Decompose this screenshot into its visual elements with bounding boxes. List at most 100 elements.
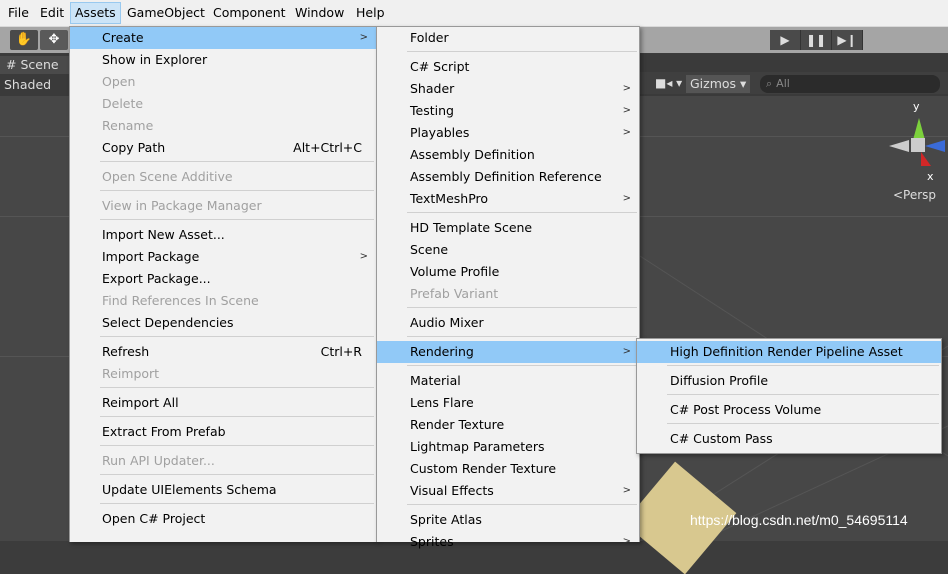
menu-item-reimport-all[interactable]: Reimport All: [70, 392, 376, 414]
menu-item-label: Scene: [410, 242, 449, 257]
menu-separator: [100, 445, 374, 446]
menu-separator: [100, 387, 374, 388]
search-placeholder: All: [776, 77, 790, 90]
menu-item-diffusion-profile[interactable]: Diffusion Profile: [637, 370, 941, 392]
menu-item-refresh[interactable]: Refresh Ctrl+R: [70, 341, 376, 363]
menu-item-extract-from-prefab[interactable]: Extract From Prefab: [70, 421, 376, 443]
menu-item-textmeshpro[interactable]: TextMeshPro >: [377, 188, 639, 210]
tab-scene[interactable]: # Scene: [0, 56, 74, 74]
menu-gameobject[interactable]: GameObject: [123, 3, 209, 23]
menu-item-testing[interactable]: Testing >: [377, 100, 639, 122]
menu-item-hd-template-scene[interactable]: HD Template Scene: [377, 217, 639, 239]
menu-bar: File Edit Assets GameObject Component Wi…: [0, 0, 948, 27]
menu-file[interactable]: File: [4, 3, 33, 23]
chevron-right-icon: >: [359, 251, 368, 262]
menu-separator: [407, 212, 637, 213]
pause-button[interactable]: ❚❚: [801, 30, 832, 50]
menu-item-label: C# Post Process Volume: [670, 402, 822, 417]
menu-item-select-dependencies[interactable]: Select Dependencies: [70, 312, 376, 334]
menu-separator: [667, 423, 939, 424]
menu-item-label: Material: [410, 373, 461, 388]
menu-item-rendering[interactable]: Rendering >: [377, 341, 639, 363]
menu-edit[interactable]: Edit: [36, 3, 68, 23]
menu-item-label: Visual Effects: [410, 483, 494, 498]
perspective-label[interactable]: <Persp: [893, 188, 936, 202]
menu-item-label: C# Script: [410, 59, 470, 74]
axis-y-label: y: [913, 100, 920, 113]
menu-item-copy-path[interactable]: Copy Path Alt+Ctrl+C: [70, 137, 376, 159]
menu-item-open: Open: [70, 71, 376, 93]
shading-mode-dropdown[interactable]: Shaded: [4, 76, 51, 94]
menu-item-label: Import Package: [102, 249, 200, 264]
menu-item-update-uielements-schema[interactable]: Update UIElements Schema: [70, 479, 376, 501]
menu-item-open-csharp-project[interactable]: Open C# Project: [70, 508, 376, 530]
shortcut-label: Alt+Ctrl+C: [293, 140, 362, 155]
menu-item-create[interactable]: Create >: [70, 27, 376, 49]
menu-item-label: C# Custom Pass: [670, 431, 773, 446]
menu-item-reimport: Reimport: [70, 363, 376, 385]
move-icon[interactable]: ✥: [40, 30, 68, 50]
menu-item-sprites[interactable]: Sprites >: [377, 531, 639, 553]
chevron-right-icon: >: [622, 485, 631, 496]
menu-item-material[interactable]: Material: [377, 370, 639, 392]
menu-item-label: Shader: [410, 81, 455, 96]
menu-separator: [407, 307, 637, 308]
menu-separator: [100, 503, 374, 504]
axis-x-label: x: [927, 170, 934, 183]
menu-item-label: Rendering: [410, 344, 474, 359]
chevron-right-icon: >: [622, 127, 631, 138]
gizmos-dropdown[interactable]: Gizmos ▾: [686, 75, 751, 93]
menu-item-label: Open: [102, 74, 136, 89]
menu-item-label: Custom Render Texture: [410, 461, 557, 476]
menu-item-label: Select Dependencies: [102, 315, 234, 330]
menu-item-import-package[interactable]: Import Package >: [70, 246, 376, 268]
hand-icon[interactable]: ✋: [10, 30, 38, 50]
menu-separator: [100, 474, 374, 475]
step-button[interactable]: ▶❙: [832, 30, 863, 50]
create-submenu: Folder C# Script Shader > Testing > Playab…: [376, 26, 640, 549]
menu-item-label: View in Package Manager: [102, 198, 262, 213]
menu-help[interactable]: Help: [352, 3, 389, 23]
scene-gizmo[interactable]: y x: [885, 100, 945, 183]
menu-separator: [407, 51, 637, 52]
menu-item-lens-flare[interactable]: Lens Flare: [377, 392, 639, 414]
menu-item-assembly-definition[interactable]: Assembly Definition: [377, 144, 639, 166]
menu-item-assembly-definition-reference[interactable]: Assembly Definition Reference: [377, 166, 639, 188]
menu-component[interactable]: Component: [209, 3, 290, 23]
camera-icon[interactable]: ■◂ ▾: [655, 76, 682, 90]
play-button[interactable]: ▶: [770, 30, 801, 50]
menu-item-show-in-explorer[interactable]: Show in Explorer: [70, 49, 376, 71]
scene-search-input[interactable]: ⌕ All: [760, 75, 940, 93]
menu-item-label: Lens Flare: [410, 395, 474, 410]
menu-item-lightmap-parameters[interactable]: Lightmap Parameters: [377, 436, 639, 458]
chevron-right-icon: >: [622, 105, 631, 116]
menu-item-custom-pass[interactable]: C# Custom Pass: [637, 428, 941, 450]
menu-item-shader[interactable]: Shader >: [377, 78, 639, 100]
menu-item-label: Import New Asset...: [102, 227, 225, 242]
menu-item-sprite-atlas[interactable]: Sprite Atlas: [377, 509, 639, 531]
menu-item-label: High Definition Render Pipeline Asset: [670, 344, 903, 359]
menu-item-import-new-asset[interactable]: Import New Asset...: [70, 224, 376, 246]
menu-window[interactable]: Window: [291, 3, 348, 23]
menu-item-export-package[interactable]: Export Package...: [70, 268, 376, 290]
menu-assets[interactable]: Assets: [70, 2, 121, 24]
chevron-right-icon: >: [622, 536, 631, 547]
menu-item-scene[interactable]: Scene: [377, 239, 639, 261]
menu-item-find-references: Find References In Scene: [70, 290, 376, 312]
menu-item-folder[interactable]: Folder: [377, 27, 639, 49]
menu-item-render-texture[interactable]: Render Texture: [377, 414, 639, 436]
menu-item-playables[interactable]: Playables >: [377, 122, 639, 144]
menu-item-custom-render-texture[interactable]: Custom Render Texture: [377, 458, 639, 480]
menu-item-csharp-script[interactable]: C# Script: [377, 56, 639, 78]
menu-item-hdrp-asset[interactable]: High Definition Render Pipeline Asset: [637, 341, 941, 363]
menu-item-post-process-volume[interactable]: C# Post Process Volume: [637, 399, 941, 421]
menu-item-label: Run API Updater...: [102, 453, 215, 468]
menu-item-label: Audio Mixer: [410, 315, 484, 330]
menu-item-label: Folder: [410, 30, 449, 45]
menu-item-label: Refresh: [102, 344, 150, 359]
menu-item-volume-profile[interactable]: Volume Profile: [377, 261, 639, 283]
menu-item-visual-effects[interactable]: Visual Effects >: [377, 480, 639, 502]
menu-item-audio-mixer[interactable]: Audio Mixer: [377, 312, 639, 334]
shortcut-label: Ctrl+R: [320, 344, 362, 359]
gizmos-label: Gizmos: [690, 76, 737, 91]
